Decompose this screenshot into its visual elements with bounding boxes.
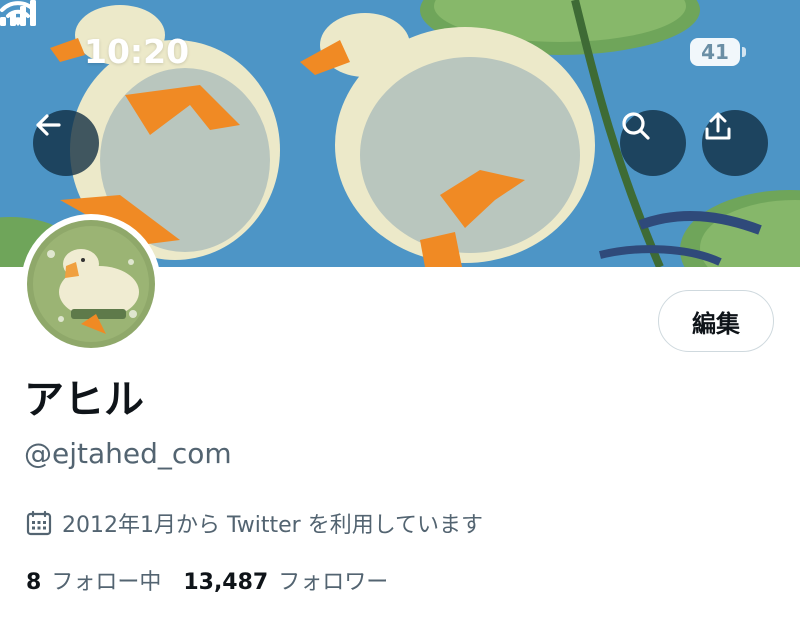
following-label: フォロー中 (51, 570, 162, 595)
avatar-image (27, 220, 155, 348)
user-handle: @ejtahed_com (24, 437, 232, 470)
joined-text: 2012年1月から Twitter を利用しています (62, 513, 484, 538)
search-button[interactable] (620, 110, 686, 176)
followers-link[interactable]: 13,487 フォロワー (183, 564, 388, 596)
wifi-icon (0, 1, 36, 26)
status-bar: 10:20 41 (0, 0, 800, 100)
battery-level: 41 (701, 40, 729, 64)
calendar-icon (26, 510, 52, 536)
joined-date: 2012年1月から Twitter を利用しています (26, 505, 483, 541)
following-count: 8 (26, 570, 42, 595)
battery-cap (742, 47, 746, 57)
search-icon (622, 112, 650, 140)
followers-label: フォロワー (278, 570, 389, 595)
share-icon (705, 112, 731, 140)
arrow-left-icon (36, 114, 61, 136)
following-link[interactable]: 8 フォロー中 (26, 564, 161, 596)
battery-icon: 41 (690, 38, 740, 66)
followers-count: 13,487 (183, 570, 269, 595)
avatar[interactable] (21, 214, 161, 354)
display-name: アヒル (24, 377, 144, 423)
status-time: 10:20 (84, 32, 190, 71)
back-button[interactable] (33, 110, 99, 176)
follow-stats: 8 フォロー中 13,487 フォロワー (26, 563, 410, 597)
share-button[interactable] (702, 110, 768, 176)
edit-profile-button[interactable]: 編集 (658, 290, 774, 352)
